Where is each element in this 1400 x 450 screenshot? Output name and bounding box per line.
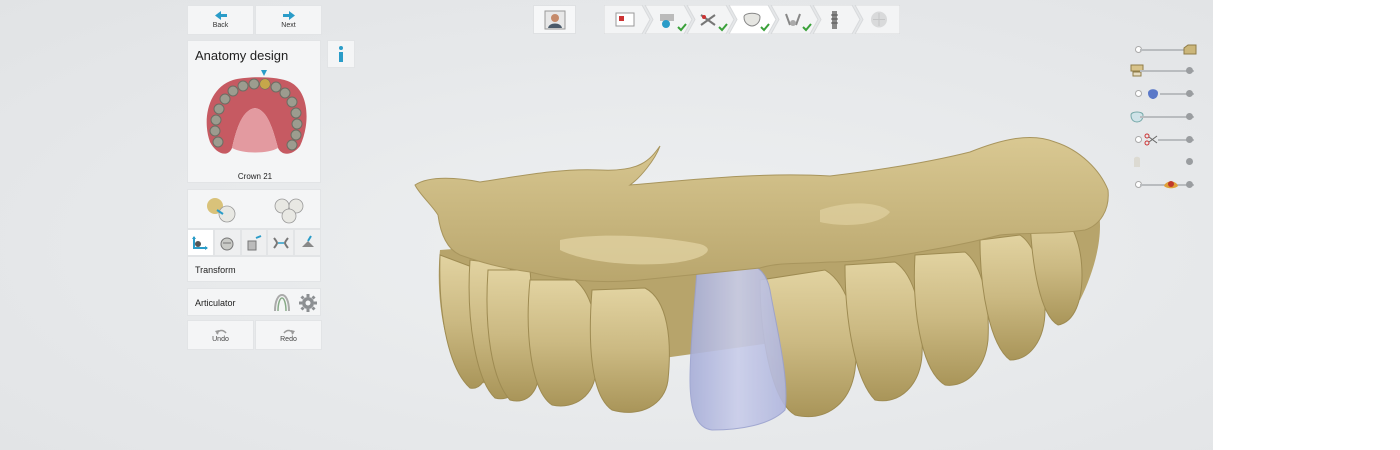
undo-icon xyxy=(214,329,227,335)
back-label: Back xyxy=(212,22,229,29)
next-label: Next xyxy=(281,22,296,29)
prep-visibility-slider[interactable] xyxy=(1130,110,1200,124)
jaw-overview[interactable]: Crown 21 xyxy=(187,70,321,183)
slider-knob xyxy=(1186,136,1193,143)
move-arrows-icon xyxy=(192,235,209,250)
gingiva-visibility-slider[interactable] xyxy=(1130,178,1200,192)
patient-step[interactable] xyxy=(533,5,576,34)
antagonist-visibility-slider[interactable] xyxy=(1130,64,1200,78)
patient-card-icon xyxy=(615,12,635,27)
arrow-left-icon xyxy=(214,11,227,20)
add-material-icon xyxy=(247,234,262,250)
crown-visibility-slider[interactable] xyxy=(1130,87,1200,101)
gingiva-icon xyxy=(1164,181,1178,189)
margin-visibility-slider[interactable] xyxy=(1130,133,1200,147)
anatomy-tool[interactable] xyxy=(213,229,241,256)
sculpt-tool[interactable] xyxy=(294,229,321,256)
tool-label: Transform xyxy=(187,256,321,282)
slider-knob xyxy=(1186,67,1193,74)
tool-bar xyxy=(187,229,321,256)
next-button[interactable]: Next xyxy=(255,5,322,35)
multi-crown-mode-icon[interactable] xyxy=(272,196,306,224)
single-crown-mode-icon[interactable] xyxy=(203,196,237,224)
slider-knob xyxy=(1186,113,1193,120)
selected-tooth-label: Crown 21 xyxy=(237,172,273,181)
model-visibility-slider[interactable] xyxy=(1130,43,1200,57)
dental-model-render[interactable] xyxy=(0,0,1213,450)
step-fit[interactable] xyxy=(770,5,819,34)
info-icon xyxy=(339,46,343,62)
articulator-label: Articulator xyxy=(195,298,236,308)
back-button[interactable]: Back xyxy=(187,5,254,35)
panel-title: Anatomy design xyxy=(187,40,321,70)
window-margin xyxy=(1213,0,1400,450)
redo-icon xyxy=(282,329,295,335)
slider-min-dot xyxy=(1135,90,1142,97)
slider-knob xyxy=(1186,158,1193,165)
tooth-icon xyxy=(1134,156,1140,167)
articulator-section: Articulator xyxy=(187,288,321,316)
tooth-visibility-toggle[interactable] xyxy=(1130,155,1200,169)
mill-icon xyxy=(871,11,887,28)
upper-jaw-icon[interactable] xyxy=(188,70,322,168)
arrow-right-icon xyxy=(282,11,295,20)
sculpt-icon xyxy=(301,234,314,247)
scissors-icon xyxy=(1144,133,1158,146)
slider-min-dot xyxy=(1135,136,1142,143)
gear-icon[interactable] xyxy=(298,293,318,313)
articulator-icon[interactable] xyxy=(272,293,292,313)
redo-button[interactable]: Redo xyxy=(255,320,322,350)
design-mode-selector[interactable] xyxy=(187,189,321,229)
add-material-tool[interactable] xyxy=(240,229,268,256)
slider-knob xyxy=(1186,181,1193,188)
tooth-shape-icon xyxy=(220,237,234,250)
3d-viewport[interactable] xyxy=(0,0,1213,450)
patient-photo-icon xyxy=(544,10,565,29)
contacts-icon xyxy=(273,236,289,249)
undo-button[interactable]: Undo xyxy=(187,320,254,350)
step-trim[interactable] xyxy=(686,5,735,34)
slider-knob xyxy=(1186,90,1193,97)
crown-blue-icon xyxy=(1148,89,1158,99)
model-icon xyxy=(1183,44,1197,55)
implant-icon xyxy=(831,11,838,29)
transform-tool[interactable] xyxy=(187,229,214,256)
contacts-tool[interactable] xyxy=(267,229,295,256)
redo-label: Redo xyxy=(280,335,297,343)
workflow-steps[interactable] xyxy=(604,5,900,34)
info-button[interactable] xyxy=(327,40,355,68)
undo-label: Undo xyxy=(212,335,229,343)
